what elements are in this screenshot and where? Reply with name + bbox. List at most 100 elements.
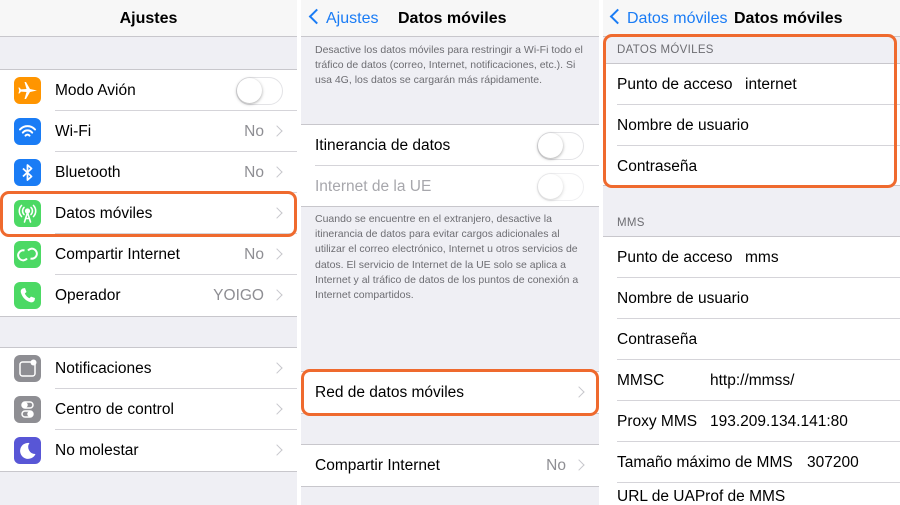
data-apn-row[interactable]: Punto de acceso internet: [603, 64, 900, 105]
settings-screen: Ajustes Modo Avión Wi-Fi No Bluetooth No…: [0, 0, 297, 505]
data-password-label: Contraseña: [617, 158, 698, 175]
settings-item-label: No molestar: [55, 442, 139, 459]
settings-item-label: Notificaciones: [55, 360, 152, 377]
page-title: Datos móviles: [734, 10, 843, 27]
mms-uaprof-label: URL de UAProf de MMS: [617, 488, 786, 505]
personal-hotspot-icon: [14, 241, 41, 268]
eu-internet-toggle[interactable]: [537, 173, 584, 201]
hotspot-group: Compartir Internet No: [301, 444, 599, 487]
connectivity-group: Modo Avión Wi-Fi No Bluetooth No Datos m…: [0, 69, 297, 317]
data-username-row[interactable]: Nombre de usuario: [603, 105, 900, 146]
mms-max-size-value: 307200: [807, 454, 859, 471]
chevron-right-icon: [271, 362, 283, 374]
cellular-network-label: Red de datos móviles: [315, 384, 465, 401]
eu-internet-label: Internet de la UE: [315, 178, 432, 195]
roaming-label: Itinerancia de datos: [315, 137, 451, 154]
airplane-icon: [14, 77, 41, 104]
eu-internet-row: Internet de la UE: [301, 166, 599, 207]
settings-item-label: Bluetooth: [55, 164, 121, 181]
wifi-icon: [14, 118, 41, 145]
settings-item-value: No: [244, 246, 264, 263]
roaming-toggle[interactable]: [537, 132, 584, 160]
settings-item-airplane-mode[interactable]: Modo Avión: [0, 70, 297, 111]
mms-apn-value: mms: [745, 249, 779, 266]
data-password-row[interactable]: Contraseña: [603, 146, 900, 187]
cellular-screen: Ajustes Datos móviles Desactive los dato…: [301, 0, 599, 505]
mmsc-value: http://mmss/: [710, 372, 795, 389]
data-settings-group: Punto de acceso internet Nombre de usuar…: [603, 63, 900, 186]
settings-item-do-not-disturb[interactable]: No molestar: [0, 430, 297, 471]
chevron-right-icon: [271, 444, 283, 456]
chevron-right-icon: [271, 207, 283, 219]
data-username-label: Nombre de usuario: [617, 117, 749, 134]
settings-item-label: Wi-Fi: [55, 123, 92, 140]
bluetooth-icon: [14, 159, 41, 186]
personal-hotspot-row[interactable]: Compartir Internet No: [301, 445, 599, 486]
settings-item-bluetooth[interactable]: Bluetooth No: [0, 152, 297, 193]
network-navbar: Datos móviles Datos móviles: [603, 0, 900, 37]
settings-item-control-center[interactable]: Centro de control: [0, 389, 297, 430]
notifications-icon: [14, 355, 41, 382]
back-button[interactable]: Datos móviles: [609, 0, 727, 37]
roaming-row: Itinerancia de datos: [301, 125, 599, 166]
cellular-antenna-icon: [14, 200, 41, 227]
cellular-navbar: Ajustes Datos móviles: [301, 0, 599, 37]
chevron-right-icon: [271, 248, 283, 260]
phone-icon: [14, 282, 41, 309]
settings-item-carrier[interactable]: Operador YOIGO: [0, 275, 297, 316]
cellular-data-note: Desactive los datos móviles para restrin…: [315, 44, 583, 87]
settings-item-wifi[interactable]: Wi-Fi No: [0, 111, 297, 152]
chevron-right-icon: [271, 166, 283, 178]
chevron-right-icon: [271, 289, 283, 301]
settings-item-label: Modo Avión: [55, 82, 136, 99]
notifications-group: Notificaciones Centro de control No mole…: [0, 347, 297, 472]
roaming-group: Itinerancia de datos Internet de la UE: [301, 124, 599, 207]
screenshot-collage: Ajustes Modo Avión Wi-Fi No Bluetooth No…: [0, 0, 900, 505]
settings-item-cellular[interactable]: Datos móviles: [0, 193, 297, 234]
settings-item-value: YOIGO: [213, 287, 264, 304]
mms-proxy-label: Proxy MMS: [617, 413, 698, 430]
chevron-right-icon: [573, 459, 585, 471]
control-center-icon: [14, 396, 41, 423]
mms-username-label: Nombre de usuario: [617, 290, 749, 307]
mmsc-row[interactable]: MMSC http://mmss/: [603, 360, 900, 401]
page-title: Datos móviles: [398, 10, 507, 27]
settings-item-value: No: [244, 123, 264, 140]
mms-username-row[interactable]: Nombre de usuario: [603, 278, 900, 319]
settings-item-label: Datos móviles: [55, 205, 153, 222]
data-section-header: DATOS MÓVILES: [617, 44, 714, 56]
settings-navbar: Ajustes: [0, 0, 297, 37]
mmsc-label: MMSC: [617, 372, 665, 389]
data-apn-value: internet: [745, 76, 797, 93]
page-title: Ajustes: [119, 10, 178, 27]
settings-item-label: Operador: [55, 287, 121, 304]
data-apn-label: Punto de acceso: [617, 76, 733, 93]
mms-password-label: Contraseña: [617, 331, 698, 348]
chevron-left-icon: [609, 8, 626, 25]
mms-apn-row[interactable]: Punto de acceso mms: [603, 237, 900, 278]
mms-apn-label: Punto de acceso: [617, 249, 733, 266]
chevron-right-icon: [573, 386, 585, 398]
mms-proxy-row[interactable]: Proxy MMS 193.209.134.141:80: [603, 401, 900, 442]
network-group: Red de datos móviles: [301, 371, 599, 414]
settings-item-label: Centro de control: [55, 401, 174, 418]
moon-icon: [14, 437, 41, 464]
mms-proxy-value: 193.209.134.141:80: [710, 413, 848, 430]
chevron-right-icon: [271, 125, 283, 137]
personal-hotspot-value: No: [546, 457, 566, 474]
back-button[interactable]: Ajustes: [308, 0, 378, 37]
settings-item-notifications[interactable]: Notificaciones: [0, 348, 297, 389]
settings-item-label: Compartir Internet: [55, 246, 180, 263]
mms-settings-group: Punto de acceso mms Nombre de usuario Co…: [603, 236, 900, 505]
chevron-right-icon: [271, 403, 283, 415]
settings-item-value: No: [244, 164, 264, 181]
mms-section-header: MMS: [617, 217, 645, 229]
mms-password-row[interactable]: Contraseña: [603, 319, 900, 360]
airplane-mode-toggle[interactable]: [236, 77, 283, 105]
mms-uaprof-row[interactable]: URL de UAProf de MMS: [603, 483, 900, 505]
chevron-left-icon: [308, 8, 325, 25]
settings-item-personal-hotspot[interactable]: Compartir Internet No: [0, 234, 297, 275]
cellular-network-row[interactable]: Red de datos móviles: [301, 372, 599, 413]
personal-hotspot-label: Compartir Internet: [315, 457, 440, 474]
cellular-network-screen: Datos móviles Datos móviles DATOS MÓVILE…: [603, 0, 900, 505]
